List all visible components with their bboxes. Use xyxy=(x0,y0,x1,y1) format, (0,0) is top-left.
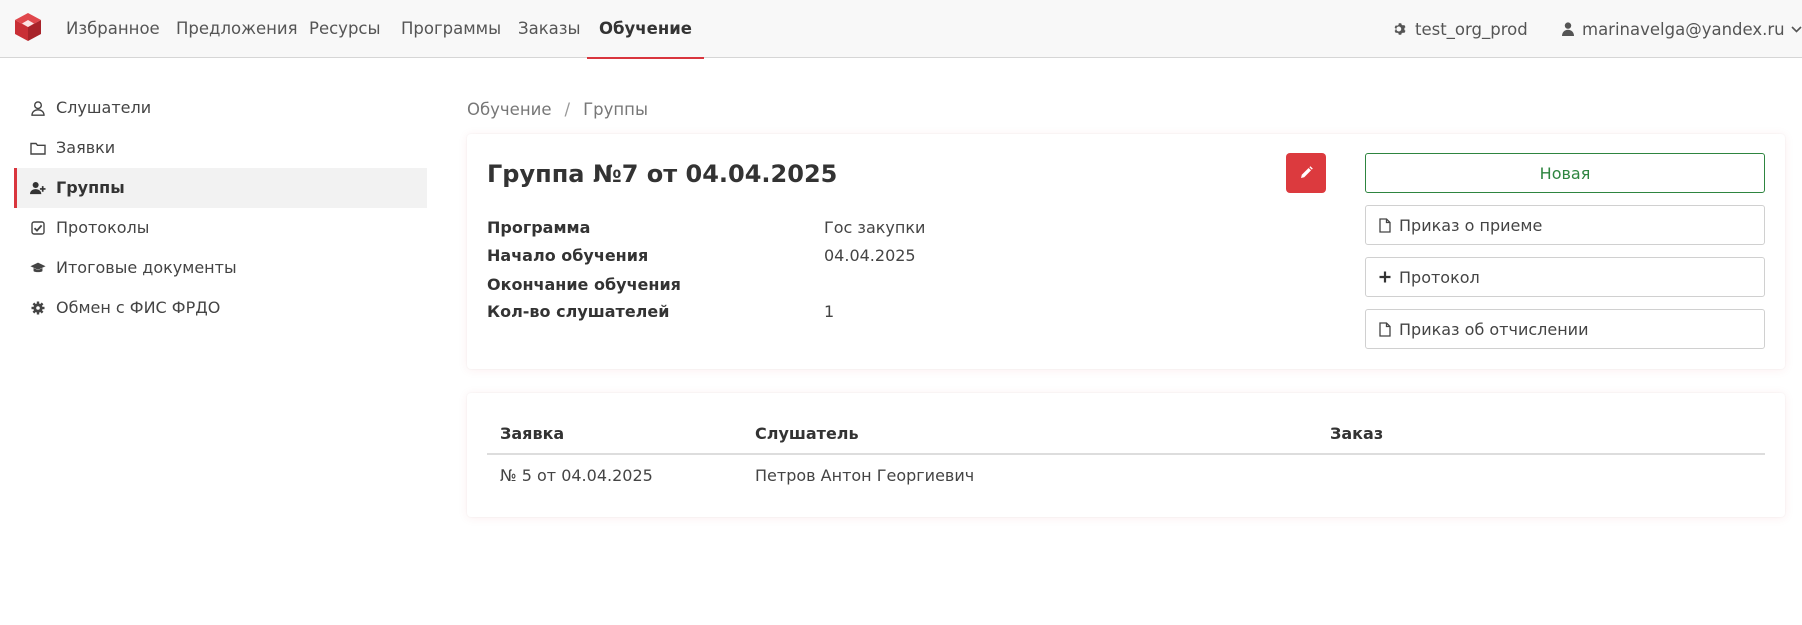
students-table: Заявка Слушатель Заказ № 5 от 04.04.2025… xyxy=(487,413,1765,497)
status-button[interactable]: Новая xyxy=(1365,153,1765,193)
breadcrumb-item-groups: Группы xyxy=(583,100,648,119)
user-icon xyxy=(1562,22,1574,36)
students-table-card: Заявка Слушатель Заказ № 5 от 04.04.2025… xyxy=(467,393,1785,517)
nav-item-orders[interactable]: Заказы xyxy=(518,0,581,58)
user-icon xyxy=(30,100,46,116)
user-menu[interactable]: marinavelga@yandex.ru xyxy=(1562,0,1802,58)
expulsion-order-button[interactable]: Приказ об отчислении xyxy=(1365,309,1765,349)
sidebar-item-label: Протоколы xyxy=(56,218,150,237)
button-label: Протокол xyxy=(1399,267,1480,287)
breadcrumb-item-training[interactable]: Обучение xyxy=(467,100,552,119)
sidebar-item-label: Группы xyxy=(56,178,125,197)
sidebar-item-fis-frdo[interactable]: Обмен с ФИС ФРДО xyxy=(14,288,427,328)
nav-item-favorites[interactable]: Избранное xyxy=(66,0,160,58)
group-card: Группа №7 от 04.04.2025 Программа Гос за… xyxy=(467,134,1785,369)
field-value: 1 xyxy=(824,302,835,321)
pencil-icon xyxy=(1301,166,1313,178)
cell-application[interactable]: № 5 от 04.04.2025 xyxy=(500,455,653,497)
table-header: Заявка Слушатель Заказ xyxy=(487,413,1765,455)
info-row-end-date: Окончание обучения xyxy=(487,275,1287,297)
sidebar-item-label: Итоговые документы xyxy=(56,258,237,277)
sidebar: Слушатели Заявки Группы Протоколы Итогов… xyxy=(14,88,427,328)
cell-student[interactable]: Петров Антон Георгиевич xyxy=(755,455,974,497)
field-label: Окончание обучения xyxy=(487,275,681,294)
sidebar-item-applications[interactable]: Заявки xyxy=(14,128,427,168)
column-header-application: Заявка xyxy=(500,424,565,443)
nav-item-programs[interactable]: Программы xyxy=(401,0,501,58)
button-label: Приказ о приеме xyxy=(1399,215,1543,235)
graduation-cap-icon xyxy=(30,260,46,276)
sidebar-item-label: Заявки xyxy=(56,138,116,157)
nav-item-training[interactable]: Обучение xyxy=(587,0,704,59)
field-label: Кол-во слушателей xyxy=(487,302,670,321)
sidebar-item-groups[interactable]: Группы xyxy=(14,168,427,208)
field-label: Программа xyxy=(487,218,591,237)
page-title: Группа №7 от 04.04.2025 xyxy=(487,160,838,188)
breadcrumb: Обучение / Группы xyxy=(467,100,648,119)
admission-order-button[interactable]: Приказ о приеме xyxy=(1365,205,1765,245)
chevron-down-icon xyxy=(1791,25,1802,33)
sidebar-item-final-documents[interactable]: Итоговые документы xyxy=(14,248,427,288)
plus-icon xyxy=(1379,271,1391,283)
info-row-student-count: Кол-во слушателей 1 xyxy=(487,302,1287,324)
gear-icon xyxy=(30,300,46,316)
user-plus-icon xyxy=(30,180,46,196)
breadcrumb-separator: / xyxy=(564,100,571,119)
field-label: Начало обучения xyxy=(487,246,649,265)
user-email: marinavelga@yandex.ru xyxy=(1582,19,1785,39)
sidebar-item-students[interactable]: Слушатели xyxy=(14,88,427,128)
sidebar-item-protocols[interactable]: Протоколы xyxy=(14,208,427,248)
field-value: Гос закупки xyxy=(824,218,926,237)
file-icon xyxy=(1379,321,1391,337)
top-navbar: Избранное Предложения Ресурсы Программы … xyxy=(0,0,1802,59)
edit-button[interactable] xyxy=(1286,153,1326,193)
gear-icon xyxy=(1394,23,1406,35)
org-name: test_org_prod xyxy=(1415,19,1528,39)
add-protocol-button[interactable]: Протокол xyxy=(1365,257,1765,297)
field-value: 04.04.2025 xyxy=(824,246,916,265)
info-row-program: Программа Гос закупки xyxy=(487,218,1287,240)
sidebar-item-label: Обмен с ФИС ФРДО xyxy=(56,298,221,317)
column-header-order: Заказ xyxy=(1330,424,1384,443)
check-square-icon xyxy=(30,220,46,236)
file-icon xyxy=(1379,217,1391,233)
folder-icon xyxy=(30,140,46,156)
table-row[interactable]: № 5 от 04.04.2025 Петров Антон Георгиеви… xyxy=(487,455,1765,497)
sidebar-item-label: Слушатели xyxy=(56,98,152,117)
button-label: Приказ об отчислении xyxy=(1399,319,1589,339)
nav-item-offers[interactable]: Предложения xyxy=(176,0,298,58)
nav-item-resources[interactable]: Ресурсы xyxy=(309,0,381,58)
org-selector[interactable]: test_org_prod xyxy=(1393,0,1528,58)
logo-icon[interactable] xyxy=(12,11,44,43)
column-header-student: Слушатель xyxy=(755,424,859,443)
info-row-start-date: Начало обучения 04.04.2025 xyxy=(487,246,1287,268)
